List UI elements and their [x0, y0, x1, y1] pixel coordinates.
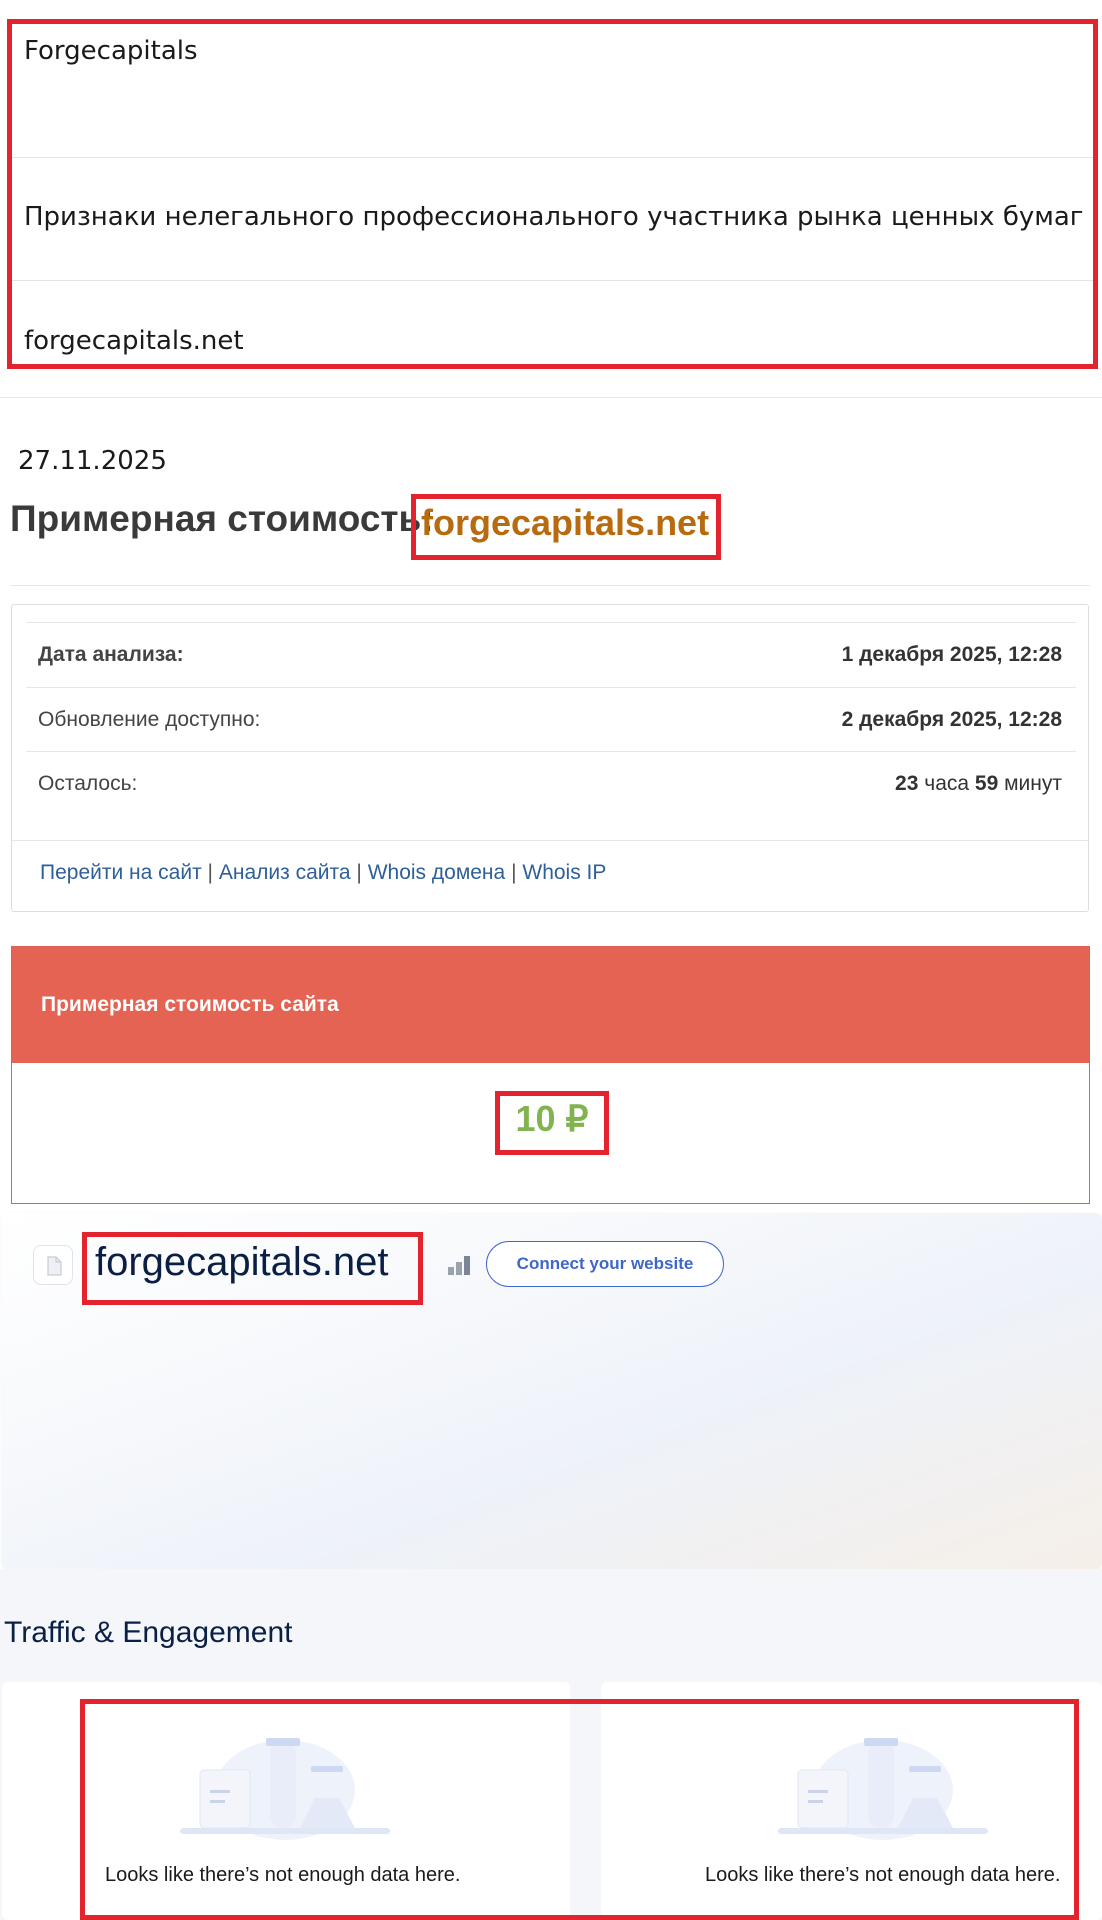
price-value: 10 ₽ [515, 1098, 589, 1139]
rank-bars-icon [448, 1253, 472, 1275]
analysis-date-value: 1 декабря 2025, 12:28 [841, 643, 1062, 666]
remaining-minutes: 59 [974, 772, 999, 795]
remaining-label: Осталось: [38, 772, 138, 795]
analysis-date-label: Дата анализа: [38, 643, 184, 666]
whois-ip-link[interactable]: Whois IP [522, 861, 606, 884]
site-info-table: Forgecapitals Признаки нелегального проф… [7, 19, 1098, 369]
connect-website-button[interactable]: Connect your website [486, 1241, 724, 1287]
divider [10, 585, 1090, 586]
divider [12, 157, 1093, 158]
remaining-value: 23 часа 59 минут [895, 772, 1062, 796]
document-icon [47, 1256, 62, 1276]
whois-domain-link[interactable]: Whois домена [368, 861, 506, 884]
price-panel-header: Примерная стоимость сайта [12, 947, 1089, 1063]
divider [26, 687, 1076, 688]
link-separator: | [356, 861, 362, 884]
price-panel-title: Примерная стоимость сайта [41, 993, 339, 1016]
estimate-title: Примерная стоимость: [10, 498, 434, 539]
update-available-label: Обновление доступно: [38, 708, 261, 731]
site-analysis-link[interactable]: Анализ сайта [219, 861, 351, 884]
site-domain-text: forgecapitals.net [24, 326, 244, 356]
divider [26, 751, 1076, 752]
highlight-box [80, 1699, 1079, 1920]
update-available-value: 2 декабря 2025, 12:28 [841, 708, 1062, 731]
link-separator: | [511, 861, 517, 884]
site-links: Перейти на сайт | Анализ сайта | Whois д… [40, 861, 606, 885]
remaining-hours-unit: часа [924, 772, 970, 795]
divider [12, 840, 1088, 841]
price-panel: Примерная стоимость сайта [11, 946, 1090, 1204]
remaining-minutes-unit: минут [1004, 772, 1062, 795]
favicon-icon [33, 1245, 73, 1285]
site-card-domain: forgecapitals.net [95, 1240, 389, 1284]
traffic-title: Traffic & Engagement [4, 1616, 293, 1649]
divider [26, 622, 1076, 623]
site-category: Признаки нелегального профессионального … [24, 202, 1084, 232]
analysis-panel: Дата анализа: 1 декабря 2025, 12:28 Обно… [11, 604, 1089, 912]
site-name: Forgecapitals [24, 36, 198, 66]
divider [0, 397, 1102, 398]
remaining-hours: 23 [895, 772, 919, 795]
divider [12, 280, 1093, 281]
go-to-site-link[interactable]: Перейти на сайт [40, 861, 202, 884]
estimate-domain: forgecapitals.net [421, 502, 710, 543]
publication-date: 27.11.2025 [18, 446, 167, 476]
link-separator: | [207, 861, 213, 884]
